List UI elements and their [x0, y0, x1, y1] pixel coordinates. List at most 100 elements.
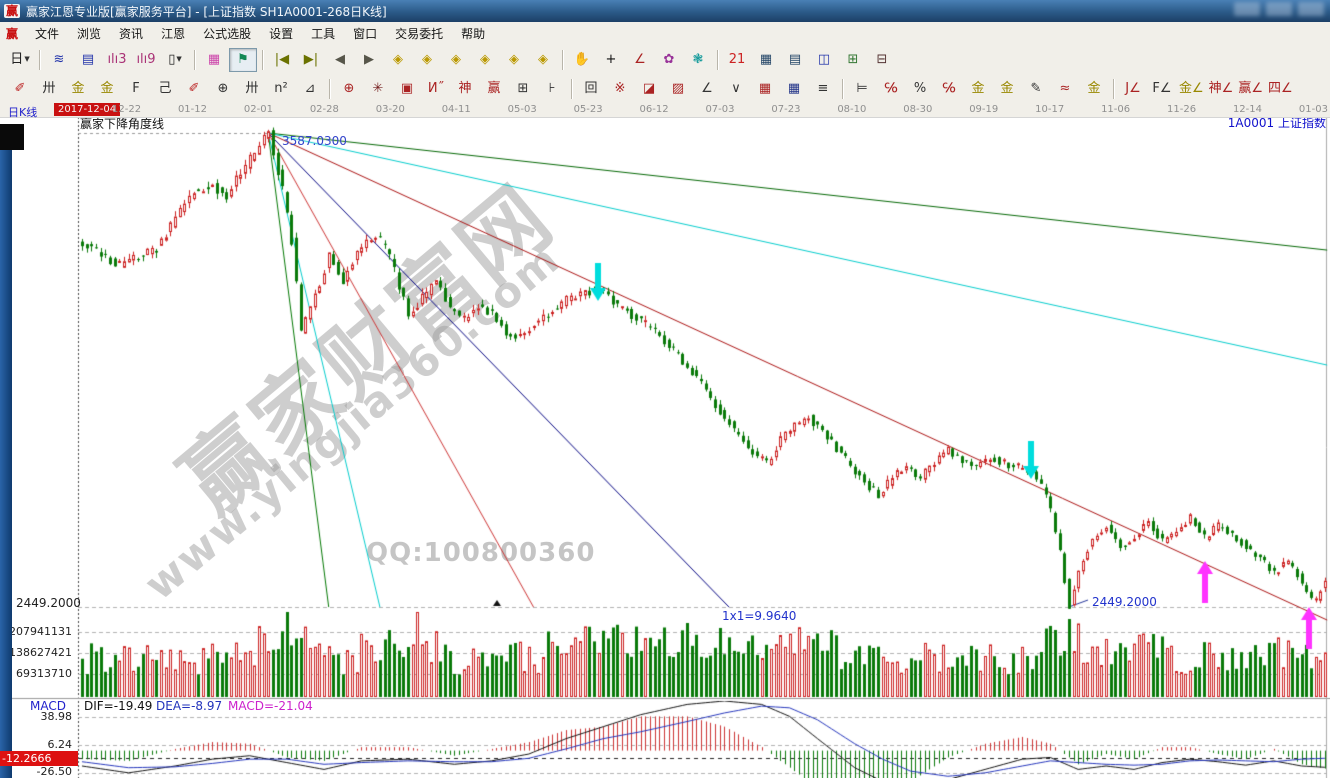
- percent-icon[interactable]: %: [906, 77, 934, 101]
- first-page-icon[interactable]: |◀: [268, 48, 296, 72]
- toolbar-separator: [329, 79, 330, 99]
- gann-box-icon[interactable]: 回: [577, 77, 605, 101]
- gann-diamond-all-icon[interactable]: ◈: [529, 48, 557, 72]
- draw-arrow-icon[interactable]: ✐: [6, 77, 34, 101]
- menu-item-7[interactable]: 窗口: [344, 22, 386, 45]
- j-angle-icon[interactable]: J∠: [1119, 77, 1147, 101]
- gann-flower-icon[interactable]: ✿: [655, 48, 683, 72]
- toolbar-main: 日▼≋▤ılı3ılı9▯▼▦⚑|◀▶|◀▶◈◈◈◈◈◈✋+∠✿❃21▦▤◫⊞⊟: [0, 45, 1330, 75]
- gold-line-icon[interactable]: 金: [993, 77, 1021, 101]
- date-tick: 12-22: [112, 104, 141, 115]
- gold-angle-icon[interactable]: 金∠: [1177, 77, 1206, 101]
- ying-tool-icon[interactable]: 赢: [480, 77, 508, 101]
- candle-period-icon[interactable]: ▯▼: [161, 48, 189, 72]
- memo-icon[interactable]: ▤: [781, 48, 809, 72]
- pink-pattern-icon[interactable]: ▦: [200, 48, 228, 72]
- price-ruler-icon[interactable]: ⊨: [848, 77, 876, 101]
- drag-hand-icon[interactable]: ✋: [568, 48, 596, 72]
- date-tick: 02-01: [244, 104, 273, 115]
- percent-wave-icon[interactable]: ℅: [877, 77, 905, 101]
- last-page-icon[interactable]: ▶|: [297, 48, 325, 72]
- grid-123-icon[interactable]: ⊞: [509, 77, 537, 101]
- circle-grid-icon[interactable]: ▣: [393, 77, 421, 101]
- save-icon[interactable]: ◫: [810, 48, 838, 72]
- si-angle-icon[interactable]: 四∠: [1266, 77, 1295, 101]
- red-grid-icon[interactable]: ▦: [751, 77, 779, 101]
- info-board-icon[interactable]: ▤: [74, 48, 102, 72]
- peak-price-annotation: 3587.0300: [282, 135, 347, 148]
- menu-item-0[interactable]: 文件: [26, 22, 68, 45]
- price-volume-macd-canvas[interactable]: [0, 117, 1330, 778]
- vee-tool-icon[interactable]: ∨: [722, 77, 750, 101]
- menu-item-9[interactable]: 帮助: [452, 22, 494, 45]
- macd-dif-value: DIF=-19.49: [84, 700, 152, 713]
- calendar-icon[interactable]: 21: [723, 48, 751, 72]
- gann-grid-fan-icon[interactable]: ▨: [664, 77, 692, 101]
- toolbar-separator: [717, 50, 718, 70]
- title-bar: 赢 赢家江恩专业版[赢家服务平台] - [上证指数 SH1A0001-268日K…: [0, 0, 1330, 22]
- gold-circle-icon[interactable]: 金: [964, 77, 992, 101]
- angle-measure-icon[interactable]: ∠: [626, 48, 654, 72]
- wave-tool-icon[interactable]: ❃: [684, 48, 712, 72]
- quote-mark-icon[interactable]: И˝: [422, 77, 450, 101]
- gann-diamond-vexpand-icon[interactable]: ◈: [500, 48, 528, 72]
- window-controls-blurred[interactable]: [1234, 2, 1324, 16]
- gann-diamond-right-icon[interactable]: ◈: [413, 48, 441, 72]
- spiral-icon[interactable]: 己: [151, 77, 179, 101]
- n2-cycle-icon[interactable]: n²: [267, 77, 295, 101]
- shen-angle-icon[interactable]: 神∠: [1207, 77, 1236, 101]
- circle-cross-icon[interactable]: ⊕: [335, 77, 363, 101]
- gann-diamond-hexpand-icon[interactable]: ◈: [442, 48, 470, 72]
- draw-line-icon[interactable]: ✐: [180, 77, 208, 101]
- time-cycle-icon[interactable]: 卅: [35, 77, 63, 101]
- date-tick: 03-20: [376, 104, 405, 115]
- menu-item-3[interactable]: 江恩: [152, 22, 194, 45]
- toolbar-separator: [39, 50, 40, 70]
- menu-item-5[interactable]: 设置: [260, 22, 302, 45]
- gann-fan-icon[interactable]: ※: [606, 77, 634, 101]
- gann-box-fan-icon[interactable]: ◪: [635, 77, 663, 101]
- menu-item-2[interactable]: 资讯: [110, 22, 152, 45]
- export-icon[interactable]: ⊞: [839, 48, 867, 72]
- parallel-lines-icon[interactable]: ≡: [809, 77, 837, 101]
- blue-grid-icon[interactable]: ▦: [780, 77, 808, 101]
- f-angle-icon[interactable]: F∠: [1148, 77, 1176, 101]
- measure-pen-icon[interactable]: ✎: [1022, 77, 1050, 101]
- color-flag-icon[interactable]: ⚑: [229, 48, 257, 72]
- gold-cycle-icon[interactable]: 金: [64, 77, 92, 101]
- crosshair-icon[interactable]: +: [597, 48, 625, 72]
- menu-logo-icon: 赢: [6, 25, 18, 42]
- menu-item-4[interactable]: 公式选股: [194, 22, 260, 45]
- angle-flip-icon[interactable]: ⊿: [296, 77, 324, 101]
- gann-diamond-left-icon[interactable]: ◈: [384, 48, 412, 72]
- wave-ab-icon[interactable]: ≈: [1051, 77, 1079, 101]
- date-tick: 08-30: [903, 104, 932, 115]
- menu-item-6[interactable]: 工具: [302, 22, 344, 45]
- menu-item-1[interactable]: 浏览: [68, 22, 110, 45]
- shen-tool-icon[interactable]: 神: [451, 77, 479, 101]
- symbol-label: 1A0001 上证指数: [1228, 117, 1326, 130]
- clock-cycle-icon[interactable]: ⊕: [209, 77, 237, 101]
- next-bar-icon[interactable]: ▶: [355, 48, 383, 72]
- prev-bar-icon[interactable]: ◀: [326, 48, 354, 72]
- date-tick: 05-03: [508, 104, 537, 115]
- ying-angle-icon[interactable]: 赢∠: [1236, 77, 1265, 101]
- fibo-f-icon[interactable]: F: [122, 77, 150, 101]
- gann-diamond-hshrink-icon[interactable]: ◈: [471, 48, 499, 72]
- calculator-icon[interactable]: ▦: [752, 48, 780, 72]
- bar9-period-icon[interactable]: ılı9: [132, 48, 160, 72]
- print-icon[interactable]: ⊟: [868, 48, 896, 72]
- trend-overlay-icon[interactable]: ≋: [45, 48, 73, 72]
- toolbar-separator: [194, 50, 195, 70]
- gold-cycle2-icon[interactable]: 金: [93, 77, 121, 101]
- bar3-period-icon[interactable]: ılı3: [103, 48, 131, 72]
- app-logo-icon: 赢: [4, 4, 20, 18]
- gold-line2-icon[interactable]: 金: [1080, 77, 1108, 101]
- menu-item-8[interactable]: 交易委托: [386, 22, 452, 45]
- layout-select-icon[interactable]: 日▼: [6, 48, 34, 72]
- circle-star-icon[interactable]: ✳: [364, 77, 392, 101]
- tick-tool-icon[interactable]: ⊦: [538, 77, 566, 101]
- percent-line-icon[interactable]: ℅: [935, 77, 963, 101]
- bar-cycle-icon[interactable]: 卅: [238, 77, 266, 101]
- trend-angle-icon[interactable]: ∠: [693, 77, 721, 101]
